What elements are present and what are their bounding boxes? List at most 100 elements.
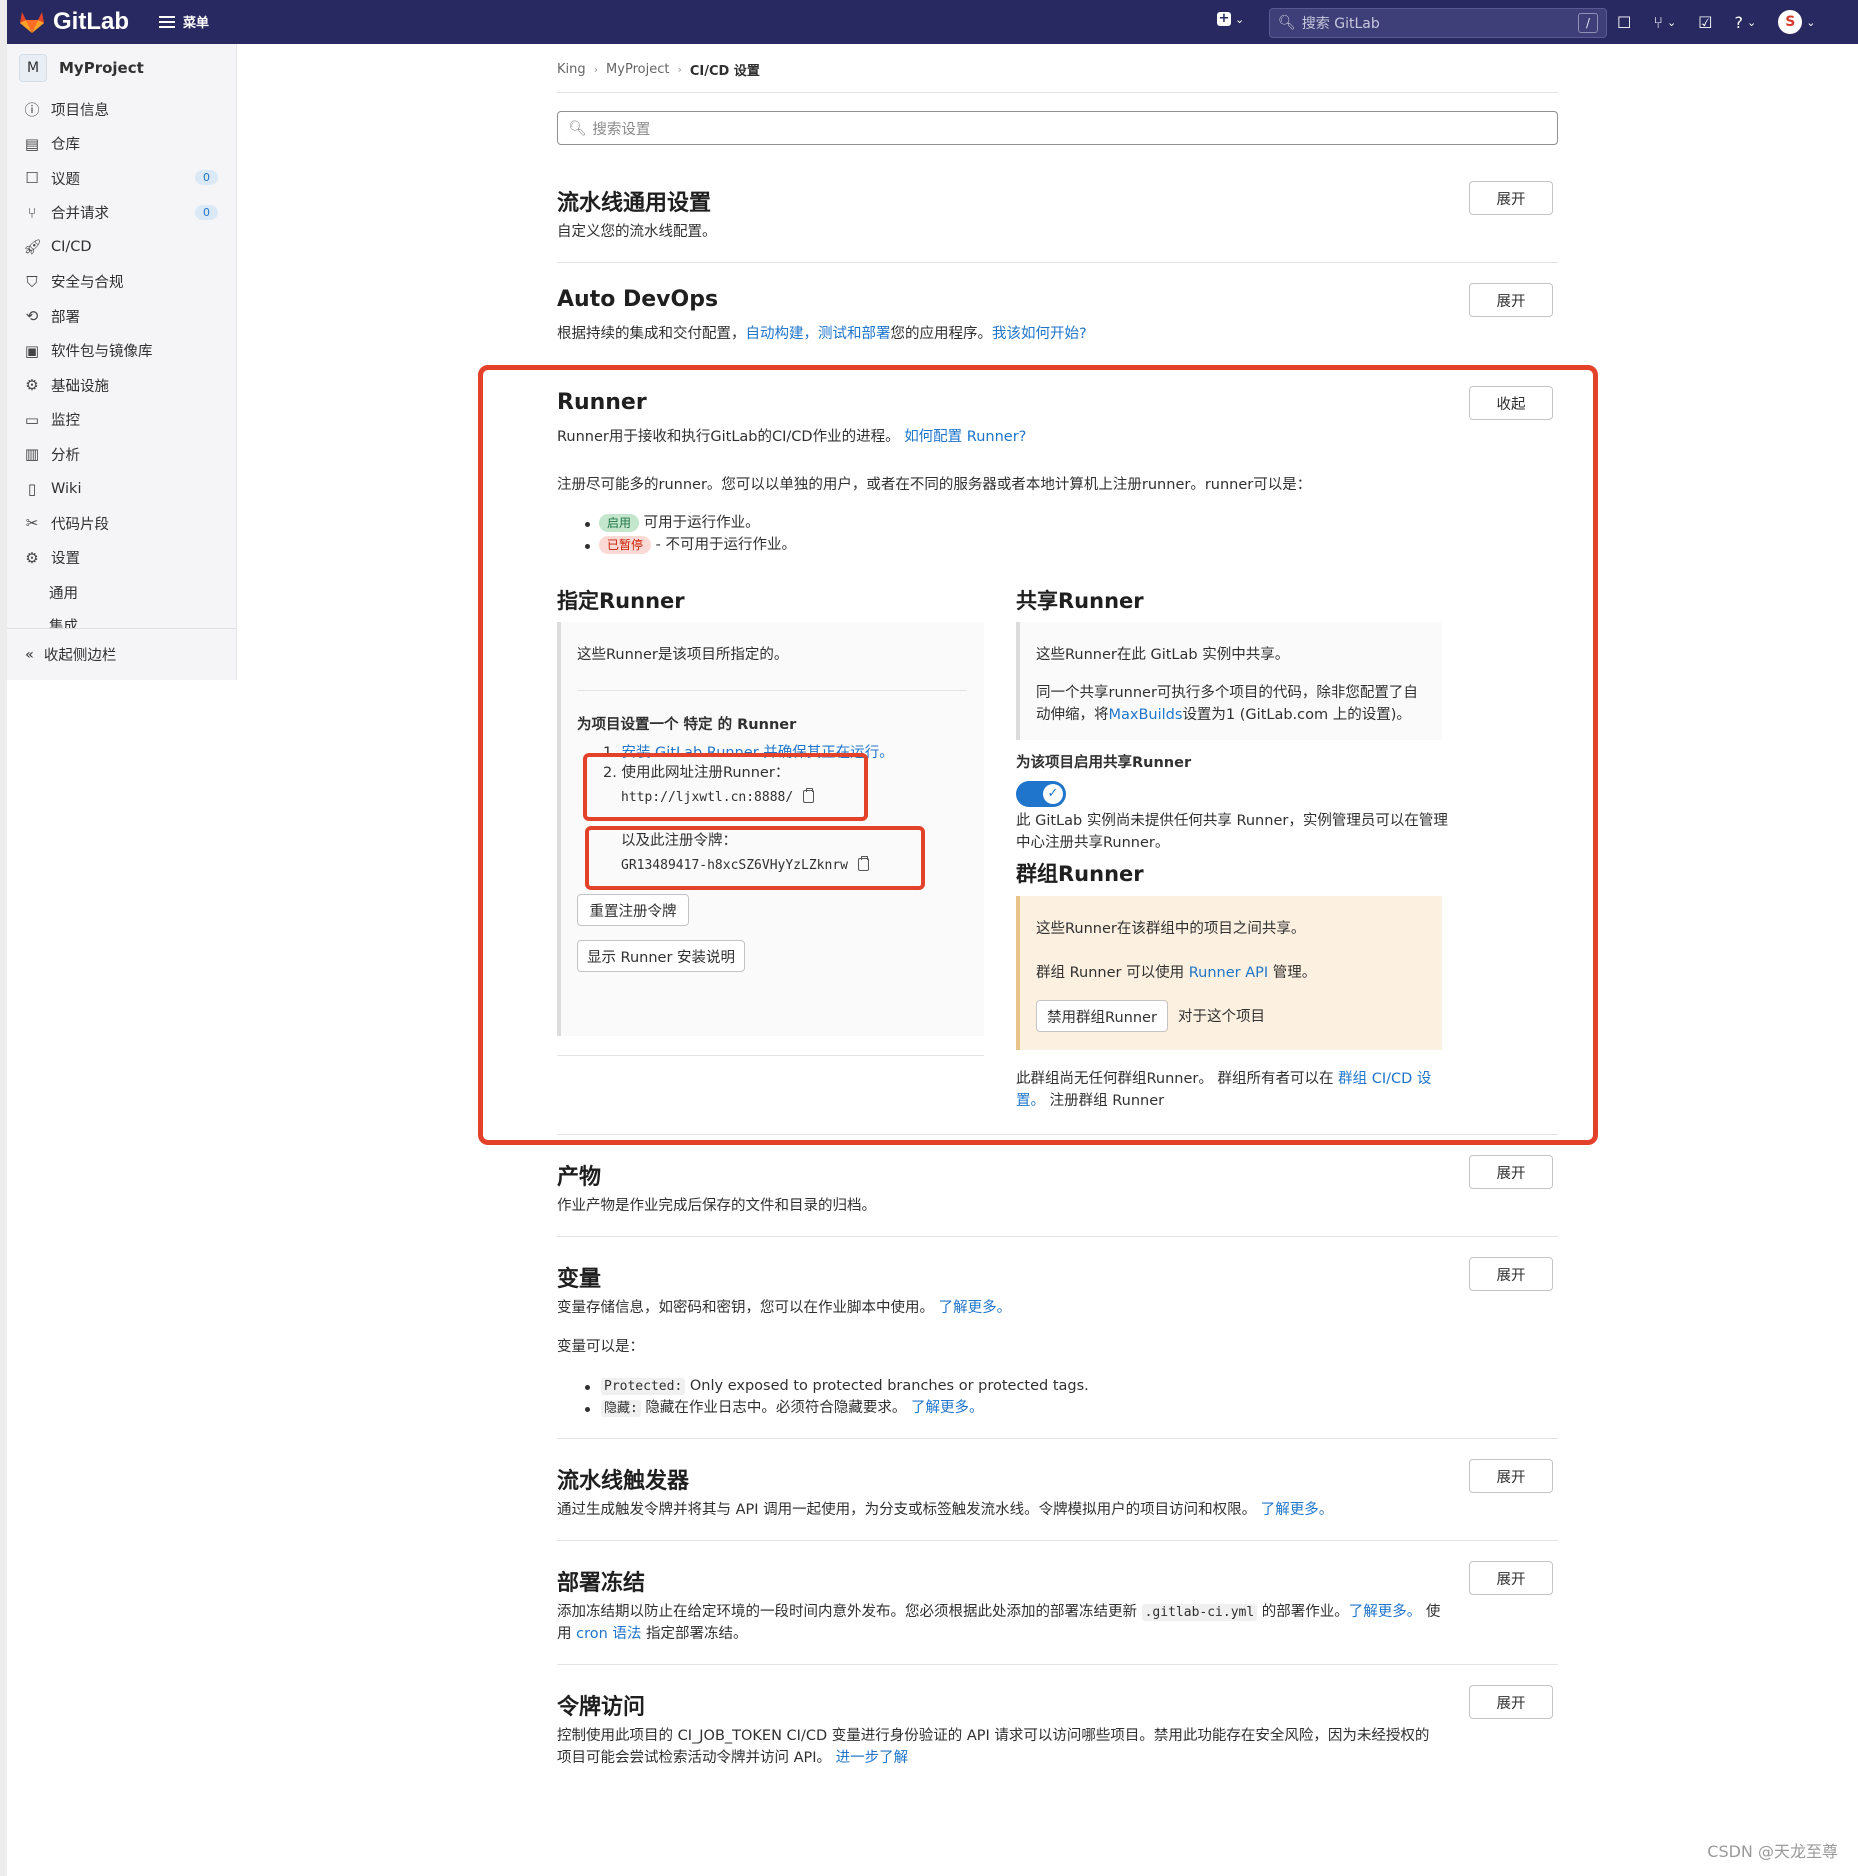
desc-text: 的部署作业。 (1257, 1604, 1349, 1620)
cron-syntax-link[interactable]: cron 语法 (576, 1626, 641, 1642)
avatar: S (1778, 10, 1803, 34)
auto-build-link[interactable]: 自动构建，测试和部署 (746, 326, 891, 342)
sidebar-subitem-general[interactable]: 通用 (7, 575, 236, 609)
merge-request-icon: ⑂ (27, 203, 37, 222)
breadcrumb-item[interactable]: King (557, 62, 586, 77)
search-placeholder: 搜索 GitLab (1301, 16, 1380, 32)
search-settings-input[interactable]: 🔍︎ 搜索设置 (557, 111, 1558, 145)
chevron-down-icon: ⌄ (1235, 12, 1245, 26)
section-desc-variables: 变量存储信息，如密码和密钥，您可以在作业脚本中使用。 了解更多。 (557, 1297, 1011, 1319)
gitlab-logo[interactable]: GitLab (19, 8, 129, 36)
sidebar-item-packages[interactable]: ▣ 软件包与镜像库 (7, 334, 236, 369)
triggers-learn-more-link[interactable]: 了解更多。 (1261, 1502, 1334, 1518)
sidebar-item-label: 合并请求 (51, 206, 109, 223)
create-new-dropdown[interactable]: + ⌄ (1217, 12, 1244, 26)
sidebar-item-issues[interactable]: ☐ 议题 0 (7, 161, 236, 196)
desc-text: 根据持续的集成和交付配置， (557, 326, 746, 342)
rocket-icon: 🚀︎ (23, 238, 43, 257)
section-title-pipeline: 流水线通用设置 (557, 191, 712, 216)
sidebar-item-merge-requests[interactable]: ⑂ 合并请求 0 (7, 196, 236, 231)
chevron-right-icon: › (593, 63, 599, 76)
help-nav-icon[interactable]: ? ⌄ (1735, 13, 1757, 32)
sidebar-item-wiki[interactable]: ▯ Wiki (7, 472, 236, 507)
variables-learn-more-link[interactable]: 了解更多。 (939, 1300, 1012, 1316)
divider (557, 1540, 1558, 1541)
sidebar-item-project-info[interactable]: ⓘ 项目信息 (7, 92, 236, 127)
shield-icon: ⛉ (26, 272, 38, 291)
plus-square-icon: + (1217, 11, 1231, 26)
sidebar-item-label: Wiki (51, 480, 82, 497)
desc-text: 项目可能会尝试检索活动令牌并访问 API。 (557, 1750, 836, 1766)
project-name: MyProject (59, 59, 144, 77)
chevron-right-icon: › (677, 63, 682, 76)
section-title-deploy-freeze: 部署冻结 (557, 1571, 646, 1596)
divider (557, 1236, 1558, 1237)
book-icon: ▯ (27, 479, 37, 498)
expand-triggers-button[interactable]: 展开 (1469, 1459, 1553, 1493)
sidebar-item-analytics[interactable]: ▥ 分析 (7, 437, 236, 472)
section-title-artifacts: 产物 (557, 1165, 602, 1190)
divider (557, 262, 1558, 263)
expand-artifacts-button[interactable]: 展开 (1469, 1155, 1553, 1189)
expand-token-button[interactable]: 展开 (1469, 1685, 1553, 1719)
divider (557, 92, 1558, 93)
expand-autodevops-button[interactable]: 展开 (1469, 283, 1553, 317)
sidebar-item-repository[interactable]: ▤ 仓库 (7, 127, 236, 162)
sidebar-item-deployments[interactable]: ⟲ 部署 (7, 299, 236, 334)
sidebar-item-settings[interactable]: ⚙ 设置 (7, 541, 236, 576)
sidebar-item-monitor[interactable]: ▭ 监控 (7, 403, 236, 438)
sidebar-item-infrastructure[interactable]: ⚙ 基础设施 (7, 368, 236, 403)
section-desc-triggers: 通过生成触发令牌并将其与 API 调用一起使用，为分支或标签触发流水线。令牌模拟… (557, 1499, 1333, 1521)
chevron-down-icon: ⌄ (1747, 15, 1757, 29)
breadcrumb-item[interactable]: MyProject (606, 62, 669, 77)
gitlab-ci-code: .gitlab-ci.yml (1141, 1604, 1258, 1621)
sidebar-item-label: 部署 (51, 309, 80, 326)
token-learn-more-link[interactable]: 进一步了解 (836, 1750, 909, 1766)
freeze-learn-more-link[interactable]: 了解更多。 (1349, 1604, 1422, 1620)
issues-nav-icon[interactable]: ☐ (1617, 13, 1631, 32)
deployments-icon: ⟲ (25, 307, 39, 326)
todos-nav-icon[interactable]: ☑ (1698, 13, 1712, 32)
variable-protected-item: Protected: Only exposed to protected bra… (601, 1375, 1089, 1398)
section-desc-autodevops: 根据持续的集成和交付配置，自动构建，测试和部署您的应用程序。我该如何开始? (557, 323, 1087, 345)
info-icon: ⓘ (24, 100, 40, 119)
cloud-gear-icon: ⚙ (25, 376, 39, 395)
masked-learn-more-link[interactable]: 了解更多。 (911, 1400, 984, 1416)
user-menu[interactable]: S ⌄ (1778, 10, 1815, 34)
expand-variables-button[interactable]: 展开 (1469, 1257, 1553, 1291)
bullet (585, 1407, 590, 1412)
search-shortcut-hint: / (1578, 13, 1598, 33)
monitor-icon: ▭ (24, 410, 40, 429)
watermark: CSDN @天龙至尊 (1707, 1842, 1838, 1861)
sidebar-subitem-integrations[interactable]: 集成 (7, 609, 236, 629)
section-title-triggers: 流水线触发器 (557, 1469, 690, 1494)
merge-requests-nav-icon[interactable]: ⑂ ⌄ (1653, 13, 1676, 32)
global-search-input[interactable]: 🔍︎ 搜索 GitLab / (1269, 8, 1607, 38)
search-settings-placeholder: 搜索设置 (592, 121, 651, 138)
section-desc-pipeline: 自定义您的流水线配置。 (557, 224, 717, 240)
protected-code: Protected: (601, 1378, 686, 1395)
sidebar-item-snippets[interactable]: ✂ 代码片段 (7, 506, 236, 541)
sidebar-project-header[interactable]: M MyProject (7, 44, 236, 92)
section-desc-freeze-line1: 添加冻结期以防止在给定环境的一段时间内意外发布。您必须根据此处添加的部署冻结更新… (557, 1601, 1440, 1624)
how-to-start-link[interactable]: 我该如何开始? (992, 326, 1087, 342)
count-badge: 0 (195, 204, 218, 220)
desc-text: 通过生成触发令牌并将其与 API 调用一起使用，为分支或标签触发流水线。令牌模拟… (557, 1502, 1261, 1518)
bullet (585, 1385, 590, 1390)
double-chevron-left-icon: « (25, 646, 34, 663)
sidebar-item-label: 分析 (51, 447, 80, 464)
section-desc-freeze-line2: 用 cron 语法 指定部署冻结。 (557, 1623, 748, 1645)
chevron-down-icon: ⌄ (1806, 15, 1816, 29)
divider (557, 1438, 1558, 1439)
sidebar-item-security[interactable]: ⛉ 安全与合规 (7, 265, 236, 300)
expand-pipeline-button[interactable]: 展开 (1469, 181, 1553, 215)
section-desc-token-line2: 项目可能会尝试检索活动令牌并访问 API。 进一步了解 (557, 1747, 908, 1769)
desc-text: 用 (557, 1626, 577, 1642)
collapse-sidebar-button[interactable]: « 收起侧边栏 (7, 628, 236, 680)
menu-button[interactable]: 菜单 (159, 12, 209, 31)
variable-masked-item: 隐藏: 隐藏在作业日志中。必须符合隐藏要求。 了解更多。 (601, 1397, 984, 1420)
hamburger-icon (159, 15, 175, 28)
sidebar-item-label: 仓库 (51, 137, 80, 154)
expand-freeze-button[interactable]: 展开 (1469, 1561, 1553, 1595)
sidebar-item-cicd[interactable]: 🚀︎ CI/CD (7, 230, 236, 265)
